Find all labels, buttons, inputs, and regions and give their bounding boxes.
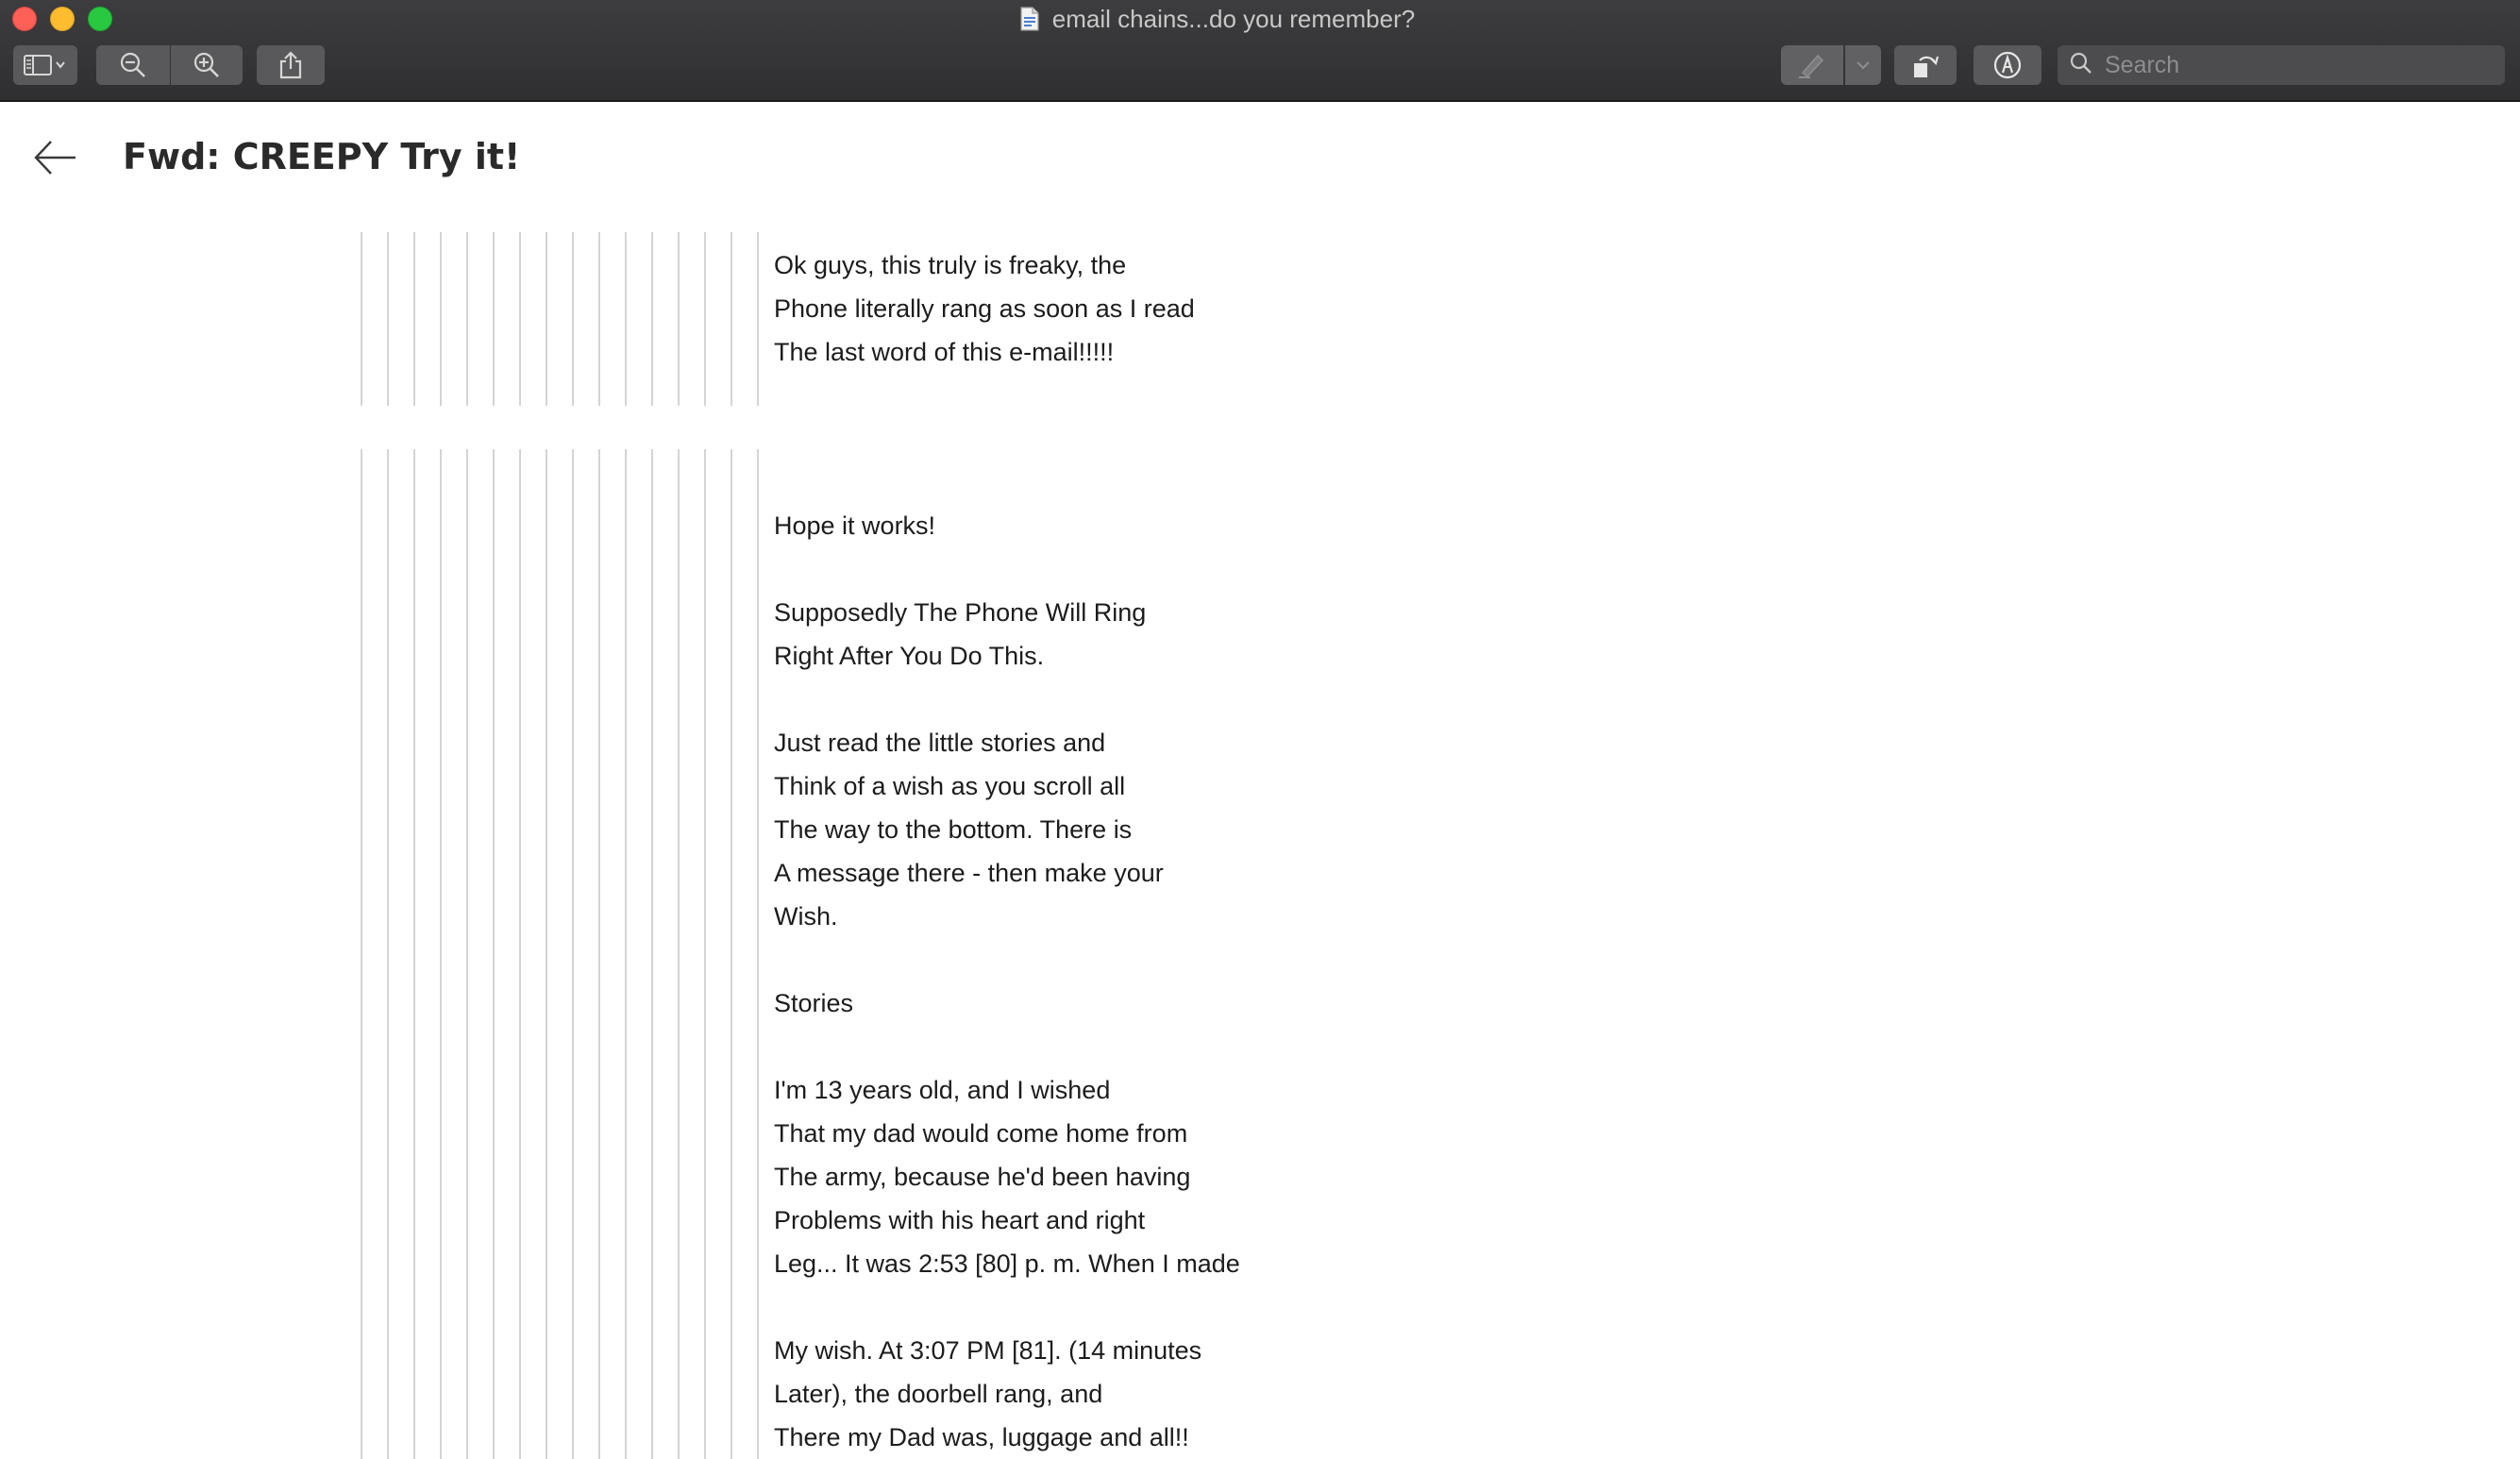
window-title-bar: email chains...do you remember? [0, 0, 2520, 38]
quote-bar [731, 449, 732, 1459]
quote-bar [493, 232, 495, 406]
email-subject: Fwd: CREEPY Try it! [123, 136, 521, 177]
search-field[interactable] [2058, 45, 2505, 85]
zoom-out-icon [119, 51, 147, 79]
quote-bar [598, 449, 600, 1459]
quote-bar [757, 449, 759, 1459]
quote-bar [361, 449, 362, 1459]
message-line: Problems with his heart and right [774, 1206, 1146, 1234]
rotate-button[interactable] [1894, 45, 1957, 85]
quote-bar [413, 449, 415, 1459]
title-toolbar: email chains...do you remember? [0, 0, 2520, 102]
quote-bar [704, 232, 706, 406]
message-line: Ok guys, this truly is freaky, the [774, 251, 1127, 279]
zoom-in-icon [193, 51, 221, 79]
message-line: That my dad would come home from [774, 1119, 1188, 1148]
quote-bar [678, 232, 680, 406]
highlight-options-button[interactable] [1845, 45, 1881, 85]
quote-bar [440, 232, 442, 406]
message-line: Right After You Do This. [774, 642, 1045, 670]
quote-bar [519, 232, 521, 406]
message-line: Later), the doorbell rang, and [774, 1380, 1103, 1408]
quote-bar [361, 232, 362, 406]
zoom-out-button[interactable] [96, 45, 170, 85]
quote-bar [413, 232, 415, 406]
quote-bar [387, 449, 389, 1459]
message-line: My wish. At 3:07 PM [81]. (14 minutes [774, 1336, 1202, 1365]
message-line: I'm 13 years old, and I wished [774, 1076, 1111, 1104]
message-line: The way to the bottom. There is [774, 815, 1133, 844]
quote-bar [731, 232, 732, 406]
sidebar-icon [24, 54, 67, 76]
quote-bar [546, 449, 547, 1459]
message-line: There my Dad was, luggage and all!! [774, 1423, 1189, 1451]
back-arrow-icon [32, 141, 77, 181]
rotate-icon [1910, 51, 1940, 79]
quote-bar [466, 232, 468, 406]
quote-bar [440, 449, 442, 1459]
message-line: Wish. [774, 902, 838, 931]
highlighter-icon [1797, 52, 1827, 78]
quote-bar [387, 232, 389, 406]
window-title: email chains...do you remember? [1051, 4, 1416, 33]
quote-bar [519, 449, 521, 1459]
markup-button[interactable] [1974, 45, 2041, 85]
message-line: Phone literally rang as soon as I read [774, 294, 1195, 323]
message-line: Stories [774, 989, 854, 1017]
quote-bar [757, 232, 759, 406]
message-line: The last word of this e-mail!!!!! [774, 338, 1115, 366]
quote-bar [493, 449, 495, 1459]
document-icon [1020, 7, 1039, 31]
quote-bar [625, 232, 627, 406]
message-line: A message there - then make your [774, 859, 1164, 887]
quote-bar [625, 449, 627, 1459]
quote-bar [572, 232, 574, 406]
message-line: Hope it works! [774, 511, 936, 540]
share-button[interactable] [257, 45, 325, 85]
share-icon [278, 51, 303, 79]
message-text-2: Hope it works! Supposedly The Phone Will … [774, 461, 1240, 1459]
quote-bar [598, 232, 600, 406]
highlight-button[interactable] [1781, 45, 1843, 85]
quote-bar [546, 232, 547, 406]
back-button[interactable] [32, 138, 77, 177]
quote-bar [678, 449, 680, 1459]
message-line: Just read the little stories and [774, 729, 1106, 757]
markup-icon [1992, 50, 2023, 80]
quote-bar [704, 449, 706, 1459]
search-icon [2069, 51, 2093, 80]
chevron-down-icon [1856, 59, 1871, 71]
message-line: The army, because he'd been having [774, 1163, 1191, 1191]
message-line: Think of a wish as you scroll all [774, 772, 1126, 800]
quote-bar [651, 232, 653, 406]
quote-bar [651, 449, 653, 1459]
search-input[interactable] [2103, 50, 2484, 80]
message-text-1: Ok guys, this truly is freaky, the Phone … [774, 243, 1195, 374]
zoom-in-button[interactable] [171, 45, 243, 85]
preview-window: email chains...do you remember? Search F… [0, 0, 2520, 1459]
quote-bar [572, 449, 574, 1459]
document-view[interactable]: Fwd: CREEPY Try it! Ok guys, this truly … [0, 102, 2520, 1459]
quote-bar [466, 449, 468, 1459]
message-line: Leg... It was 2:53 [80] p. m. When I mad… [774, 1249, 1240, 1278]
sidebar-button[interactable] [13, 45, 77, 85]
message-line: Supposedly The Phone Will Ring [774, 598, 1147, 627]
